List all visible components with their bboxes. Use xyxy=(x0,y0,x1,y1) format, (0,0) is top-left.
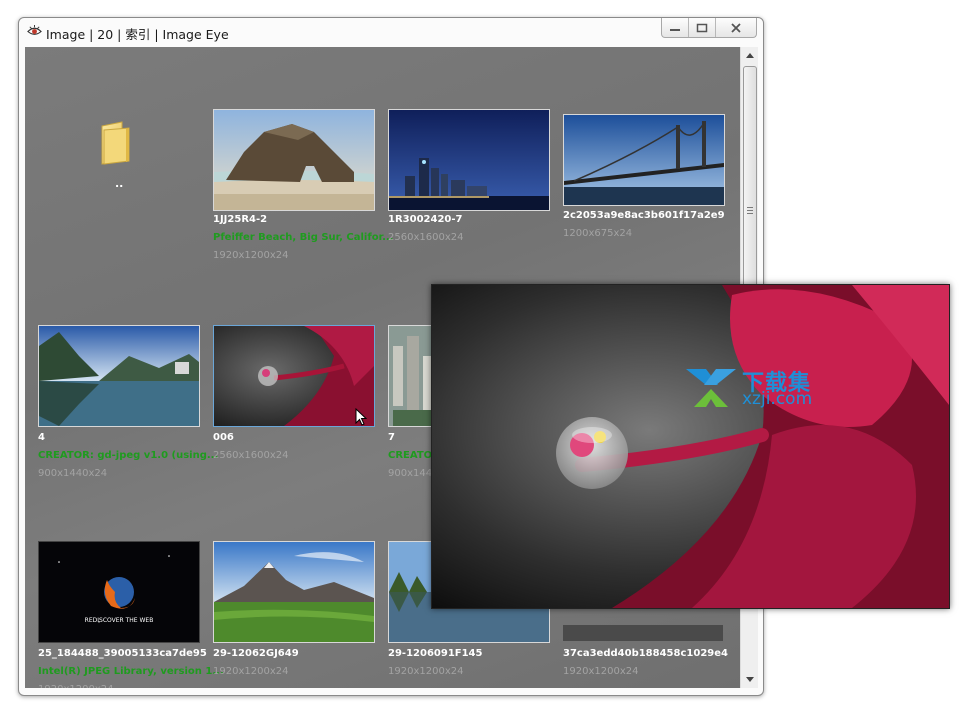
item-name: 29-12062GJ649 xyxy=(213,648,299,659)
item-name: 37ca3edd40b188458c1029e4 xyxy=(563,648,728,659)
image-item-1R3002420-7[interactable]: 1R3002420-7 2560x1600x24 xyxy=(388,109,563,309)
item-dims: 1920x1200x24 xyxy=(213,250,289,261)
window-title: Image | 20 | 索引 | Image Eye xyxy=(46,27,229,42)
thumbnail-mountain-valley xyxy=(213,541,375,643)
item-meta: Pfeiffer Beach, Big Sur, Califor... xyxy=(213,232,394,243)
item-dims: 1200x675x24 xyxy=(563,228,633,239)
image-item-25_184488[interactable]: REDISCOVER THE WEB 25_184488_39005133ca7… xyxy=(38,541,224,688)
window-controls xyxy=(661,18,757,38)
image-item-006[interactable]: 006 2560x1600x24 xyxy=(213,325,388,525)
item-name: 29-1206091F145 xyxy=(388,648,483,659)
title-bar[interactable]: Image | 20 | 索引 | Image Eye xyxy=(19,18,763,46)
item-dims: 1920x1200x24 xyxy=(38,684,113,688)
arrow-down-icon xyxy=(745,677,754,682)
image-preview-popup: 下载集 xzji.com xyxy=(431,284,950,609)
item-name: 4 xyxy=(38,432,45,443)
scroll-down-button[interactable] xyxy=(741,671,758,688)
watermark: 下载集 xzji.com xyxy=(684,365,834,411)
scroll-up-button[interactable] xyxy=(741,47,758,64)
item-name: 25_184488_39005133ca7de95 xyxy=(38,648,207,659)
item-name: 2c2053a9e8ac3b601f17a2e9 xyxy=(563,210,725,221)
item-name: 1R3002420-7 xyxy=(388,214,463,225)
thumbnail-pfeiffer-beach xyxy=(213,109,375,211)
item-dims: 1920x1200x24 xyxy=(388,666,464,677)
item-name: 7 xyxy=(388,432,395,443)
maximize-icon xyxy=(696,23,708,32)
eye-app-icon xyxy=(27,24,42,35)
image-item-1JJ25R4-2[interactable]: 1JJ25R4-2 Pfeiffer Beach, Big Sur, Calif… xyxy=(213,109,393,309)
thumbnail-firefox: REDISCOVER THE WEB xyxy=(38,541,200,643)
mouse-cursor-icon xyxy=(355,408,367,426)
close-icon xyxy=(731,22,741,33)
item-dims: 2560x1600x24 xyxy=(388,232,464,243)
thumbnail-fjord xyxy=(38,325,200,427)
maximize-button[interactable] xyxy=(689,18,716,37)
item-dims: 1920x1200x24 xyxy=(563,666,639,677)
minimize-icon xyxy=(670,28,680,31)
watermark-en: xzji.com xyxy=(742,389,813,409)
close-button[interactable] xyxy=(716,18,756,37)
item-meta: CREATOR: gd-jpeg v1.0 (using... xyxy=(38,450,219,461)
folder-label: .. xyxy=(115,177,124,190)
folder-icon xyxy=(101,121,130,165)
parent-folder-item[interactable]: .. xyxy=(32,92,207,292)
xzji-logo-icon xyxy=(686,369,736,407)
item-dims: 900x1440x24 xyxy=(38,468,108,479)
thumbnail-city-night xyxy=(388,109,550,211)
image-item-4[interactable]: 4 CREATOR: gd-jpeg v1.0 (using... 900x14… xyxy=(38,325,218,525)
item-dims: 2560x1600x24 xyxy=(213,450,289,461)
item-name: 006 xyxy=(213,432,234,443)
firefox-caption: REDISCOVER THE WEB xyxy=(85,617,154,624)
item-dims: 1920x1200x24 xyxy=(213,666,289,677)
thumbnail-bridge xyxy=(563,114,725,206)
thumbnail-partial xyxy=(563,625,723,641)
thumbnail-water-drop-flower xyxy=(213,325,375,427)
preview-image xyxy=(432,285,949,608)
image-item-29-12062GJ649[interactable]: 29-12062GJ649 1920x1200x24 xyxy=(213,541,388,688)
item-meta: Intel(R) JPEG Library, version 1... xyxy=(38,666,224,677)
arrow-up-icon xyxy=(745,53,754,58)
minimize-button[interactable] xyxy=(662,18,689,37)
item-name: 1JJ25R4-2 xyxy=(213,214,268,225)
